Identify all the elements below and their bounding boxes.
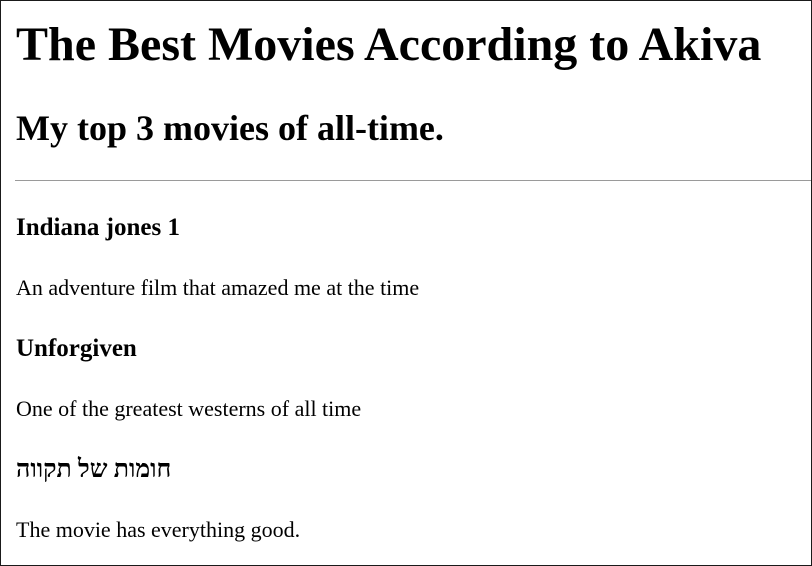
- page-frame: The Best Movies According to Akiva My to…: [0, 0, 812, 566]
- movie-title-2: Unforgiven: [16, 335, 137, 362]
- movie-title-1: Indiana jones 1: [16, 214, 180, 241]
- page-title: The Best Movies According to Akiva: [16, 18, 762, 71]
- movie-description-1: An adventure film that amazed me at the …: [16, 275, 420, 300]
- movie-description-3: The movie has everything good.: [16, 517, 301, 542]
- movie-description-2: One of the greatest westerns of all time: [16, 396, 362, 421]
- movie-title-3: חומות של תקווה: [16, 456, 172, 483]
- page-subtitle: My top 3 movies of all-time.: [16, 108, 444, 148]
- divider: [15, 180, 811, 181]
